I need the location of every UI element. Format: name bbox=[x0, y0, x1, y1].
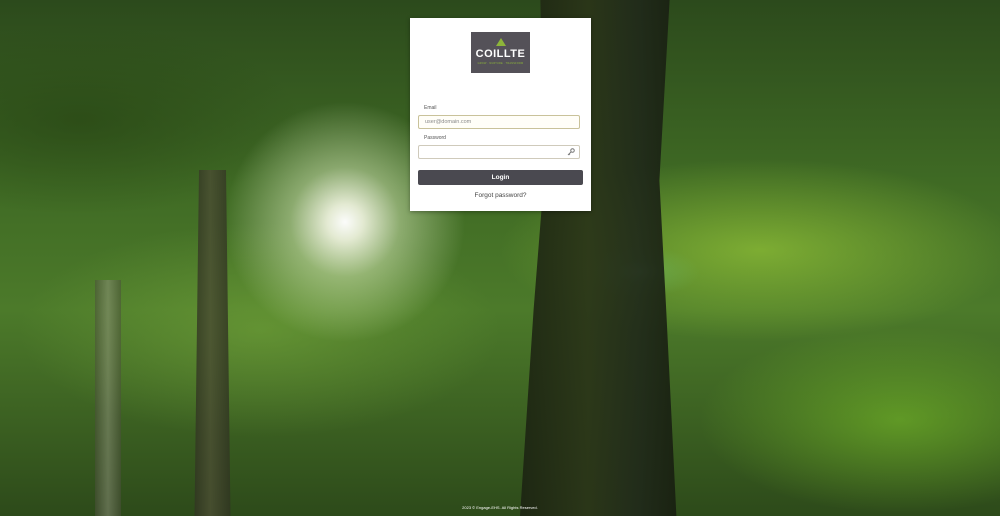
key-icon[interactable] bbox=[567, 148, 575, 156]
background-tree-trunk-middle bbox=[194, 170, 231, 516]
brand-logo: COILLTE GROW · NURTURE · TRANSFORM bbox=[471, 32, 530, 73]
login-button[interactable]: Login bbox=[418, 170, 583, 185]
login-card: COILLTE GROW · NURTURE · TRANSFORM Email… bbox=[410, 18, 591, 211]
forgot-password-link[interactable]: Forgot password? bbox=[410, 192, 591, 199]
password-label: Password bbox=[424, 135, 446, 141]
email-field[interactable]: user@domain.com bbox=[418, 115, 580, 129]
email-label: Email bbox=[424, 105, 437, 111]
logo-triangle-icon bbox=[496, 38, 506, 46]
background-tree-trunk-left bbox=[95, 280, 121, 516]
copyright-footer: 2023 © Engage-EHS. All Rights Reserved. bbox=[462, 505, 538, 510]
password-field[interactable] bbox=[418, 145, 580, 159]
logo-name: COILLTE bbox=[475, 48, 526, 60]
logo-tagline: GROW · NURTURE · TRANSFORM bbox=[477, 62, 524, 65]
